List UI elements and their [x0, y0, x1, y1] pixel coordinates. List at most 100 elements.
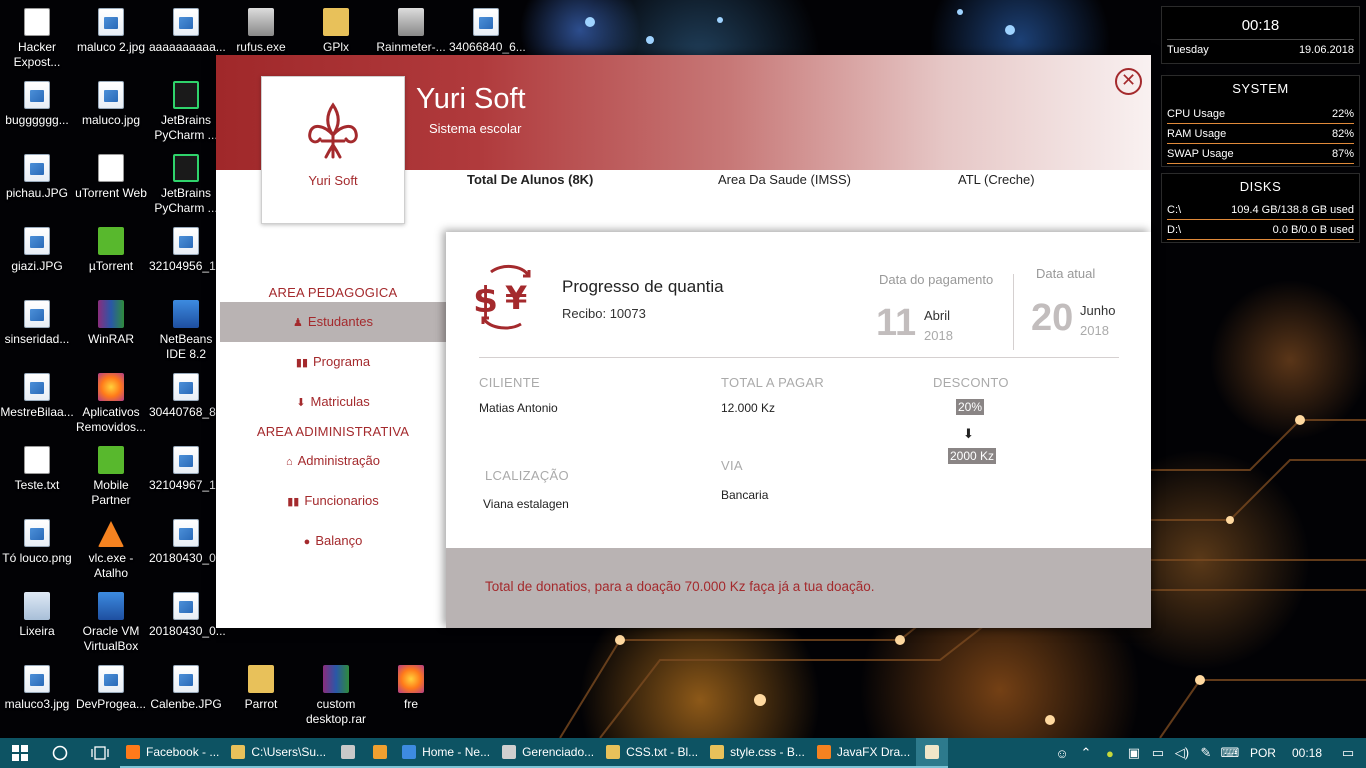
desktop-icon[interactable]: Hacker Expost...	[0, 8, 74, 70]
desktop-icon[interactable]: maluco3.jpg	[0, 665, 74, 712]
stat-atl-creche[interactable]: ATL (Creche)	[958, 172, 1035, 187]
pen-icon[interactable]: ✎	[1194, 745, 1218, 761]
app-icon	[606, 745, 621, 759]
via-value: Bancaria	[721, 488, 769, 502]
desktop-icon[interactable]: giazi.JPG	[0, 227, 74, 274]
taskbar-app-button[interactable]: C:\Users\Su...	[225, 738, 333, 768]
taskbar-app-button[interactable]	[916, 738, 949, 768]
taskbar-app-button[interactable]: CSS.txt - Bl...	[600, 738, 705, 768]
payment-date-day: 11	[876, 302, 917, 344]
desktop-icon[interactable]: GPlx	[299, 8, 373, 55]
desktop-icon[interactable]: Mobile Partner	[74, 446, 148, 508]
desktop-icon[interactable]: rufus.exe	[224, 8, 298, 55]
network-icon[interactable]: ▭	[1146, 745, 1170, 761]
swap-row: SWAP Usage 87%	[1167, 144, 1354, 164]
desktop-icon[interactable]: pichau.JPG	[0, 154, 74, 201]
desktop-icon[interactable]: maluco 2.jpg	[74, 8, 148, 55]
desktop-icon[interactable]: 34066840_6...	[449, 8, 526, 55]
volume-icon[interactable]: ◁)	[1170, 745, 1194, 761]
desktop-icon[interactable]: Parrot	[224, 665, 298, 712]
desktop-icon-label: Tó louco.png	[2, 551, 72, 565]
desktop-icon-label: uTorrent Web	[75, 186, 147, 200]
devices-icon[interactable]: ▣	[1122, 745, 1146, 761]
desktop-icon-label: fre	[403, 697, 418, 711]
sidebar-item-funcionarios[interactable]: ▮▮ Funcionarios	[220, 481, 446, 521]
people-icon[interactable]: ☺	[1050, 746, 1074, 761]
stat-area-saude[interactable]: Area Da Saude (IMSS)	[718, 172, 851, 187]
green-status-icon[interactable]: ●	[1098, 746, 1122, 761]
taskbar-app-button[interactable]: JavaFX Dra...	[810, 738, 917, 768]
sidebar-item-programa[interactable]: ▮▮ Programa	[220, 342, 446, 382]
desktop-icon[interactable]: Teste.txt	[0, 446, 74, 493]
desktop-icon[interactable]: 32104967_1...	[149, 446, 226, 493]
desktop-icon[interactable]: 30440768_8...	[149, 373, 226, 420]
img-file-icon	[173, 665, 199, 693]
chevron-up-icon[interactable]: ⌃	[1074, 745, 1098, 761]
desktop-icon[interactable]: 32104956_1...	[149, 227, 226, 274]
desktop-icon[interactable]: WinRAR	[74, 300, 148, 347]
sidebar-item-balanco[interactable]: ● Balanço	[220, 521, 446, 561]
logo-card: Yuri Soft	[261, 76, 405, 224]
taskbar-app-button[interactable]: Facebook - ...	[120, 738, 226, 768]
start-button[interactable]	[0, 738, 40, 768]
donation-text: Total de donatios, para a doação 70.000 …	[485, 579, 875, 594]
desktop-icon[interactable]: JetBrains PyCharm ...	[149, 154, 223, 216]
taskbar-clock[interactable]: 00:18	[1284, 746, 1330, 760]
ff-file-icon	[398, 665, 424, 693]
desktop-icon[interactable]: bugggggg...	[0, 81, 74, 128]
desktop-icon[interactable]: Lixeira	[0, 592, 74, 639]
payment-date-label: Data do pagamento	[879, 272, 994, 287]
desktop-icon[interactable]: Aplicativos Removidos...	[74, 373, 148, 435]
taskbar-app-button[interactable]: Gerenciado...	[496, 738, 601, 768]
desktop-icon[interactable]: maluco.jpg	[74, 81, 148, 128]
desktop-icon[interactable]: custom desktop.rar	[299, 665, 373, 727]
taskbar-app-button[interactable]: Home - Ne...	[396, 738, 497, 768]
img-file-icon	[173, 446, 199, 474]
desktop-icon[interactable]: µTorrent	[74, 227, 148, 274]
svg-text:¥: ¥	[505, 279, 527, 317]
taskbar-app-button[interactable]	[332, 738, 365, 768]
img-file-icon	[24, 154, 50, 182]
app-icon	[925, 745, 940, 759]
task-view-button[interactable]	[80, 738, 120, 768]
desktop-icon[interactable]: vlc.exe - Atalho	[74, 519, 148, 581]
desktop-icon[interactable]: fre	[374, 665, 448, 712]
desktop-icon[interactable]: Rainmeter-...	[374, 8, 448, 55]
green-file-icon	[98, 227, 124, 255]
current-date-label: Data atual	[1036, 266, 1096, 281]
cliente-label: CILIENTE	[479, 375, 540, 390]
desktop-icon[interactable]: JetBrains PyCharm ...	[149, 81, 223, 143]
language-indicator[interactable]: POR	[1242, 746, 1284, 760]
desktop-icon[interactable]: 20180430_0...	[149, 519, 226, 566]
taskbar-app-label: style.css - B...	[730, 745, 805, 759]
desktop-icon[interactable]: aaaaaaaaaa...	[149, 8, 226, 55]
books-icon: ▮▮	[295, 357, 309, 369]
desktop-icon[interactable]: MestreBilaa...	[0, 373, 74, 420]
search-button[interactable]	[40, 738, 80, 768]
desktop-icon[interactable]: Calenbe.JPG	[149, 665, 223, 712]
desktop-icon[interactable]: sinseridad...	[0, 300, 74, 347]
desktop-icon[interactable]: DevProgea...	[74, 665, 148, 712]
sidebar-item-matriculas[interactable]: ⬇ Matriculas	[220, 382, 446, 422]
notifications-icon[interactable]: ▭	[1330, 745, 1366, 761]
payment-card: $ ¥ Progresso de quantia Recibo: 10073 D…	[446, 232, 1151, 628]
close-button[interactable]: ✕	[1115, 68, 1142, 95]
taskbar-app-button[interactable]: style.css - B...	[704, 738, 811, 768]
sidebar-item-administracao[interactable]: ⌂ Administração	[220, 441, 446, 481]
download-arrow-icon: ⬇	[296, 397, 306, 409]
user-icon: ♟	[293, 317, 303, 329]
desktop-icon[interactable]: Tó louco.png	[0, 519, 74, 566]
desktop-icon-label: rufus.exe	[236, 40, 286, 54]
desktop-icon-label: Oracle VM VirtualBox	[82, 624, 140, 653]
desktop-icon[interactable]: uTorrent Web	[74, 154, 148, 201]
desktop-icon-label: 30440768_8...	[149, 405, 226, 419]
taskbar-app-button[interactable]	[364, 738, 397, 768]
desktop-icon[interactable]: Oracle VM VirtualBox	[74, 592, 148, 654]
sidebar-item-estudantes[interactable]: ♟ Estudantes	[220, 302, 446, 342]
keyboard-icon[interactable]: ⌨	[1218, 745, 1242, 761]
desktop-icon[interactable]: NetBeans IDE 8.2	[149, 300, 223, 362]
clock-date: 19.06.2018	[1298, 43, 1354, 56]
desktop-icon-label: Mobile Partner	[91, 478, 131, 507]
desktop-icon[interactable]: 20180430_0...	[149, 592, 226, 639]
task-view-icon	[91, 746, 109, 760]
